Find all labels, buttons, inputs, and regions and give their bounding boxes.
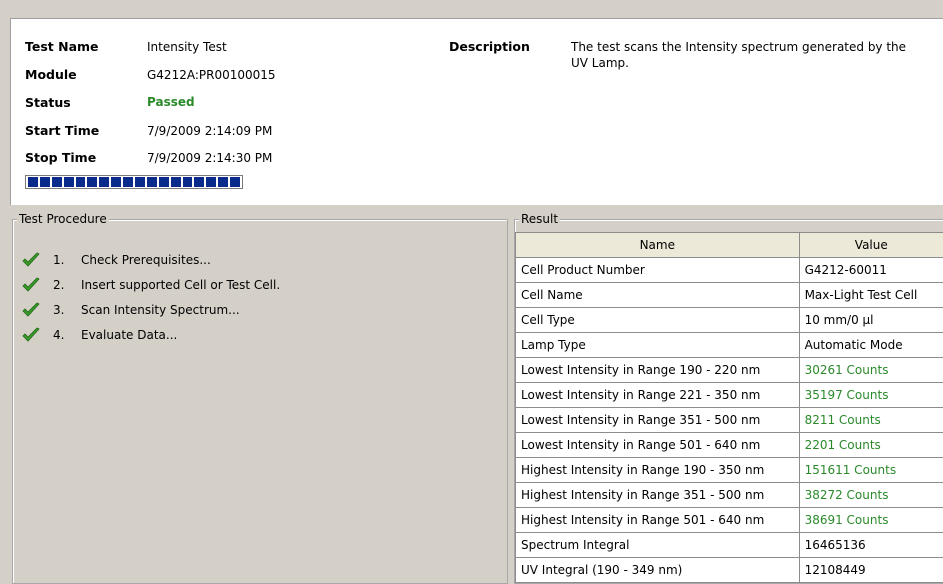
start-time-label: Start Time [25, 123, 99, 138]
step-text: Evaluate Data... [81, 328, 177, 342]
top-strip [0, 0, 943, 14]
progress-block [123, 177, 133, 187]
result-name-cell: Spectrum Integral [516, 533, 800, 558]
step-text: Check Prerequisites... [81, 253, 211, 267]
result-value-cell: 16465136 [799, 533, 943, 558]
progress-block [76, 177, 86, 187]
result-name-cell: Lowest Intensity in Range 351 - 500 nm [516, 408, 800, 433]
result-value-cell: 12108449 [799, 558, 943, 583]
status-label: Status [25, 95, 71, 110]
progress-block [111, 177, 121, 187]
progress-block [171, 177, 181, 187]
procedure-step: 4. Evaluate Data... [21, 325, 177, 345]
progress-block [218, 177, 228, 187]
result-row[interactable]: Cell NameMax-Light Test Cell [516, 283, 943, 308]
result-value-cell: 10 mm/0 µl [799, 308, 943, 333]
checkmark-icon [21, 277, 41, 293]
progress-block [206, 177, 216, 187]
result-row[interactable]: Highest Intensity in Range 351 - 500 nm3… [516, 483, 943, 508]
result-value-cell: 35197 Counts [799, 383, 943, 408]
column-header-name[interactable]: Name [516, 233, 800, 258]
result-name-cell: Lowest Intensity in Range 221 - 350 nm [516, 383, 800, 408]
result-row[interactable]: Spectrum Integral16465136 [516, 533, 943, 558]
step-number: 1. [53, 253, 75, 267]
result-name-cell: UV Integral (190 - 349 nm) [516, 558, 800, 583]
step-text: Insert supported Cell or Test Cell. [81, 278, 280, 292]
progress-bar [25, 175, 243, 189]
result-row[interactable]: Lowest Intensity in Range 501 - 640 nm22… [516, 433, 943, 458]
progress-block [40, 177, 50, 187]
progress-block [159, 177, 169, 187]
result-value-cell: 38272 Counts [799, 483, 943, 508]
progress-block [87, 177, 97, 187]
test-procedure-group: Test Procedure 1.Check Prerequisites...2… [12, 219, 508, 584]
progress-block [52, 177, 62, 187]
result-value-cell: 2201 Counts [799, 433, 943, 458]
checkmark-icon [21, 302, 41, 318]
result-name-cell: Cell Product Number [516, 258, 800, 283]
progress-block [194, 177, 204, 187]
result-name-cell: Highest Intensity in Range 501 - 640 nm [516, 508, 800, 533]
result-name-cell: Lowest Intensity in Range 501 - 640 nm [516, 433, 800, 458]
procedure-step: 2. Insert supported Cell or Test Cell. [21, 275, 280, 295]
stop-time-value: 7/9/2009 2:14:30 PM [147, 151, 272, 165]
result-title: Result [519, 212, 560, 226]
procedure-step: 1. Check Prerequisites... [21, 250, 211, 270]
progress-block [135, 177, 145, 187]
test-procedure-title: Test Procedure [17, 212, 109, 226]
description-value: The test scans the Intensity spectrum ge… [571, 39, 926, 71]
column-header-value[interactable]: Value [799, 233, 943, 258]
test-name-label: Test Name [25, 39, 99, 54]
result-group: Result Name Value Cell Product NumberG42… [514, 219, 943, 584]
result-row[interactable]: Lowest Intensity in Range 221 - 350 nm35… [516, 383, 943, 408]
result-value-cell: 151611 Counts [799, 458, 943, 483]
start-time-value: 7/9/2009 2:14:09 PM [147, 124, 272, 138]
result-value-cell: 38691 Counts [799, 508, 943, 533]
result-name-cell: Highest Intensity in Range 351 - 500 nm [516, 483, 800, 508]
procedure-step: 3. Scan Intensity Spectrum... [21, 300, 240, 320]
result-value-cell: 8211 Counts [799, 408, 943, 433]
result-name-cell: Lamp Type [516, 333, 800, 358]
result-row[interactable]: Highest Intensity in Range 501 - 640 nm3… [516, 508, 943, 533]
progress-block [183, 177, 193, 187]
result-row[interactable]: Cell Product NumberG4212-60011 [516, 258, 943, 283]
result-row[interactable]: Highest Intensity in Range 190 - 350 nm1… [516, 458, 943, 483]
result-value-cell: Automatic Mode [799, 333, 943, 358]
progress-block [28, 177, 38, 187]
step-number: 3. [53, 303, 75, 317]
result-name-cell: Cell Name [516, 283, 800, 308]
checkmark-icon [21, 327, 41, 343]
progress-block [64, 177, 74, 187]
stop-time-label: Stop Time [25, 150, 96, 165]
progress-block [99, 177, 109, 187]
result-table: Name Value Cell Product NumberG4212-6001… [515, 232, 943, 583]
result-value-cell: 30261 Counts [799, 358, 943, 383]
result-name-cell: Cell Type [516, 308, 800, 333]
result-row[interactable]: Cell Type10 mm/0 µl [516, 308, 943, 333]
result-name-cell: Lowest Intensity in Range 190 - 220 nm [516, 358, 800, 383]
progress-block [147, 177, 157, 187]
test-info-panel: Test Name Intensity Test Module G4212A:P… [10, 18, 943, 205]
test-name-value: Intensity Test [147, 40, 227, 54]
description-label: Description [449, 39, 530, 54]
result-value-cell: Max-Light Test Cell [799, 283, 943, 308]
module-label: Module [25, 67, 77, 82]
step-number: 4. [53, 328, 75, 342]
result-row[interactable]: Lowest Intensity in Range 190 - 220 nm30… [516, 358, 943, 383]
module-value: G4212A:PR00100015 [147, 68, 276, 82]
result-row[interactable]: Lamp TypeAutomatic Mode [516, 333, 943, 358]
checkmark-icon [21, 252, 41, 268]
result-name-cell: Highest Intensity in Range 190 - 350 nm [516, 458, 800, 483]
result-row[interactable]: Lowest Intensity in Range 351 - 500 nm82… [516, 408, 943, 433]
result-value-cell: G4212-60011 [799, 258, 943, 283]
result-header-row: Name Value [516, 233, 943, 258]
step-number: 2. [53, 278, 75, 292]
step-text: Scan Intensity Spectrum... [81, 303, 240, 317]
progress-block [230, 177, 240, 187]
status-value: Passed [147, 95, 195, 109]
result-row[interactable]: UV Integral (190 - 349 nm)12108449 [516, 558, 943, 583]
